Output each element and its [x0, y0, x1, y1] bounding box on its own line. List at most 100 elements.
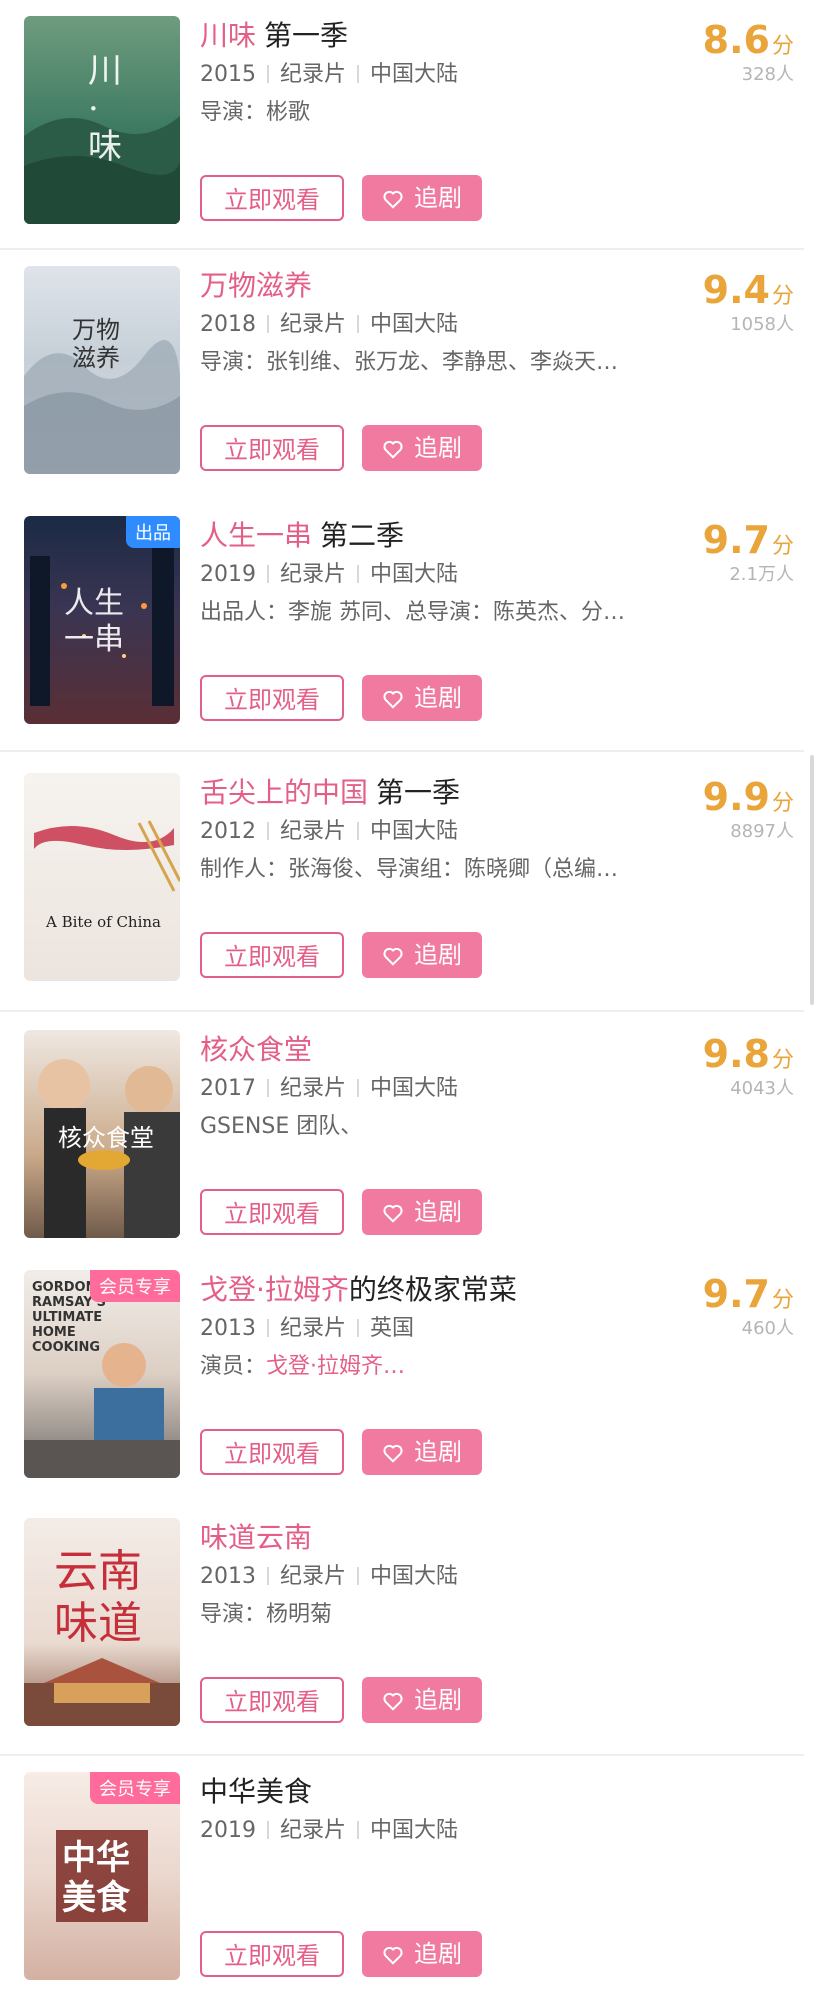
follow-label: 追剧	[414, 941, 462, 969]
scrollbar-thumb[interactable]	[810, 755, 814, 1005]
follow-label: 追剧	[414, 1198, 462, 1226]
item-meta: 2019 纪录片 中国大陆	[200, 1816, 458, 1846]
heart-icon	[383, 690, 403, 709]
follow-label: 追剧	[414, 1438, 462, 1466]
watch-now-button[interactable]: 立即观看	[200, 175, 344, 221]
people-label: 导演：	[200, 1602, 267, 1627]
poster-title: A Bite of China	[46, 913, 161, 931]
poster-title: 核众食堂	[58, 1124, 154, 1152]
follow-label: 追剧	[414, 434, 462, 462]
watch-now-button[interactable]: 立即观看	[200, 1189, 344, 1235]
score-unit: 分	[771, 34, 794, 59]
rating-count: 4043人	[730, 1078, 794, 1099]
follow-button[interactable]: 追剧	[362, 932, 482, 978]
item-title[interactable]: 人生一串 第二季	[200, 518, 404, 554]
item-title[interactable]: 中华美食	[200, 1774, 312, 1810]
item-people: 制作人：张海俊、导演组：陈晓卿（总编…	[200, 855, 660, 885]
genre: 纪录片	[280, 1076, 347, 1101]
people-names: 张海俊、导演组：陈晓卿（总编…	[288, 857, 619, 882]
follow-button[interactable]: 追剧	[362, 425, 482, 471]
list-item[interactable]: 人生一串 出品 人生一串 第二季 2019 纪录片 中国大陆 出品人：李旎 苏同、总导…	[0, 500, 828, 752]
list-item[interactable]: 川·味 川味 第一季 2015 纪录片 中国大陆 导演：彬歌 8.6分 328人 立即观…	[0, 0, 828, 250]
list-item[interactable]: A Bite of China 舌尖上的中国 第一季 2012 纪录片 中国大陆 制作…	[0, 757, 828, 1012]
score-value: 9.8	[702, 1032, 770, 1076]
item-people: 导演：杨明菊	[200, 1600, 660, 1630]
poster-image[interactable]: 中华美食 会员专享	[24, 1772, 180, 1980]
follow-label: 追剧	[414, 1940, 462, 1968]
watch-now-button[interactable]: 立即观看	[200, 425, 344, 471]
people-names[interactable]: 戈登·拉姆齐…	[266, 1354, 405, 1379]
watch-now-button[interactable]: 立即观看	[200, 1677, 344, 1723]
watch-now-button[interactable]: 立即观看	[200, 1429, 344, 1475]
heart-icon	[383, 190, 403, 209]
poster-illustration	[34, 820, 180, 892]
list-item[interactable]: 万物滋养 万物滋养 2018 纪录片 中国大陆 导演：张钊维、张万龙、李静思、李焱天…	[0, 250, 828, 500]
list-item[interactable]: 核众食堂 核众食堂 2017 纪录片 中国大陆 GSENSE 团队、 9.8分 404…	[0, 1014, 828, 1264]
item-people: GSENSE 团队、	[200, 1112, 660, 1142]
genre: 纪录片	[280, 312, 347, 337]
divider	[0, 750, 804, 752]
genre: 纪录片	[280, 1316, 347, 1341]
rating-count: 1058人	[730, 314, 794, 335]
people-names: 彬歌	[266, 100, 311, 125]
rating: 8.6分 328人	[703, 18, 794, 86]
item-title[interactable]: 舌尖上的中国 第一季	[200, 775, 460, 811]
item-title[interactable]: 万物滋养	[200, 268, 320, 304]
follow-button[interactable]: 追剧	[362, 175, 482, 221]
item-meta: 2015 纪录片 中国大陆	[200, 60, 458, 90]
score-value: 8.6	[702, 18, 770, 62]
people-label: 导演：	[200, 350, 267, 375]
follow-button[interactable]: 追剧	[362, 675, 482, 721]
item-title[interactable]: 川味 第一季	[200, 18, 348, 54]
score-value: 9.9	[702, 775, 770, 819]
title-main: 川味	[200, 19, 257, 52]
people-names: GSENSE 团队、	[200, 1114, 363, 1139]
title-main: 人生一串	[200, 519, 313, 552]
item-title[interactable]: 核众食堂	[200, 1032, 320, 1068]
item-title[interactable]: 戈登·拉姆齐的终极家常菜	[200, 1272, 517, 1308]
follow-button[interactable]: 追剧	[362, 1677, 482, 1723]
poster-image[interactable]: 人生一串 出品	[24, 516, 180, 724]
title-main: 舌尖上的中国	[200, 776, 369, 809]
score-unit: 分	[771, 534, 794, 559]
rating: 9.4分 1058人	[703, 268, 794, 336]
people-names: 杨明菊	[266, 1602, 333, 1627]
watch-now-button[interactable]: 立即观看	[200, 932, 344, 978]
region: 中国大陆	[370, 562, 459, 587]
year: 2019	[200, 1818, 256, 1843]
poster-image[interactable]: 川·味	[24, 16, 180, 224]
follow-button[interactable]: 追剧	[362, 1429, 482, 1475]
genre: 纪录片	[280, 62, 347, 87]
rating-count: 460人	[741, 1318, 794, 1339]
people-label: 制作人：	[200, 857, 289, 882]
watch-now-button[interactable]: 立即观看	[200, 1931, 344, 1977]
poster-image[interactable]: GORDON RAMSAY'S ULTIMATE HOME COOKING 会员…	[24, 1270, 180, 1478]
year: 2018	[200, 312, 256, 337]
follow-button[interactable]: 追剧	[362, 1189, 482, 1235]
item-meta: 2013 纪录片 英国	[200, 1314, 414, 1344]
title-main: 戈登·拉姆齐	[200, 1273, 349, 1306]
list-item[interactable]: GORDON RAMSAY'S ULTIMATE HOME COOKING 会员…	[0, 1254, 828, 1504]
rating: 9.7分 2.1万人	[703, 518, 794, 586]
title-sub: 中华美食	[200, 1775, 313, 1808]
list-item[interactable]: 中华美食 会员专享 中华美食 2019 纪录片 中国大陆 立即观看 追剧	[0, 1756, 828, 2006]
poster-image[interactable]: A Bite of China	[24, 773, 180, 981]
follow-button[interactable]: 追剧	[362, 1931, 482, 1977]
region: 中国大陆	[370, 819, 459, 844]
title-sub: 第二季	[320, 519, 405, 552]
region: 中国大陆	[370, 1564, 459, 1589]
item-people: 导演：张钊维、张万龙、李静思、李焱天…	[200, 348, 660, 378]
poster-image[interactable]: 核众食堂	[24, 1030, 180, 1238]
list-item[interactable]: 云南味道 味道云南 2013 纪录片 中国大陆 导演：杨明菊 立即观看 追剧	[0, 1502, 828, 1756]
item-title[interactable]: 味道云南	[200, 1520, 320, 1556]
year: 2015	[200, 62, 256, 87]
item-people: 出品人：李旎 苏同、总导演：陈英杰、分…	[200, 598, 660, 628]
poster-image[interactable]: 万物滋养	[24, 266, 180, 474]
region: 中国大陆	[370, 312, 459, 337]
follow-label: 追剧	[414, 684, 462, 712]
title-sub: 第一季	[376, 776, 461, 809]
title-sub: 的终极家常菜	[348, 1273, 517, 1306]
people-label: 导演：	[200, 100, 267, 125]
watch-now-button[interactable]: 立即观看	[200, 675, 344, 721]
poster-image[interactable]: 云南味道	[24, 1518, 180, 1726]
